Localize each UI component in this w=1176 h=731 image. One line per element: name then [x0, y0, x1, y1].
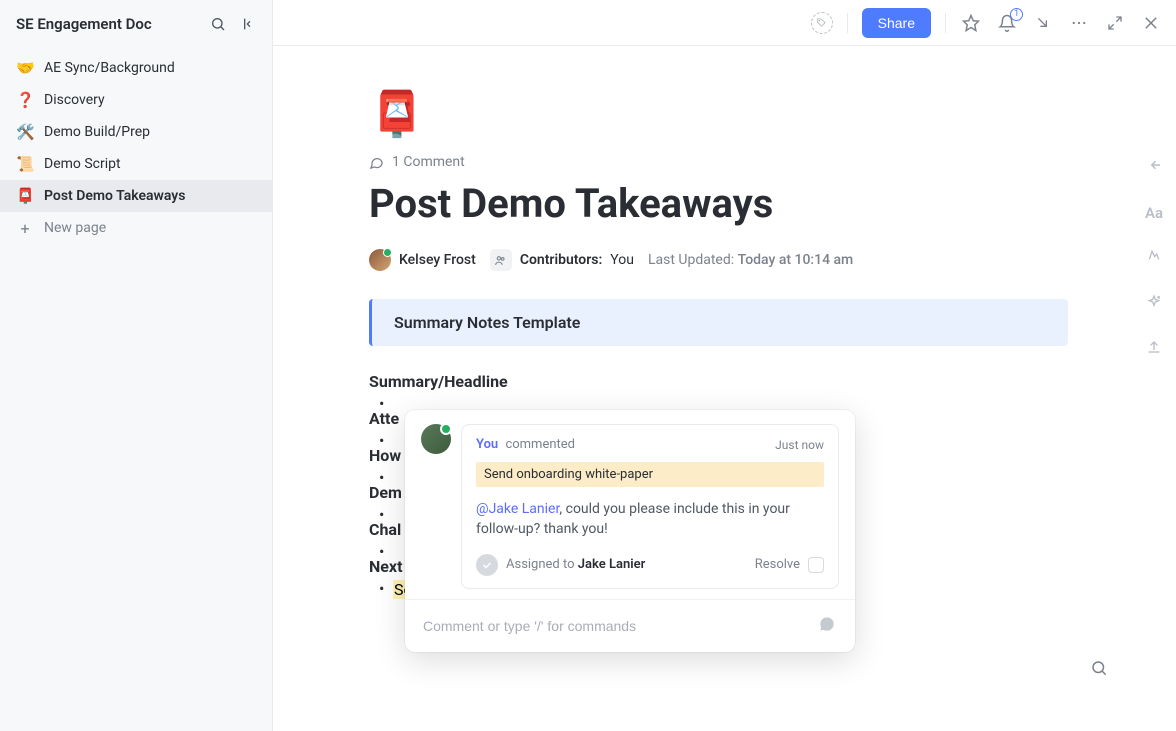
collapse-sidebar-icon[interactable]: [236, 14, 256, 34]
link-icon[interactable]: [1146, 248, 1162, 268]
comment-input[interactable]: [423, 618, 807, 634]
scroll-icon: 📜: [16, 155, 34, 173]
close-icon[interactable]: [1140, 12, 1162, 34]
handshake-icon: 🤝: [16, 59, 34, 77]
plus-icon: +: [16, 219, 34, 238]
resolve-checkbox[interactable]: [808, 557, 824, 573]
contributors-label: Contributors:: [520, 252, 602, 268]
updated-label: Last Updated:: [648, 252, 734, 268]
sparkle-icon[interactable]: [1146, 294, 1162, 314]
updated-value: Today at 10:14 am: [738, 252, 854, 268]
send-icon[interactable]: [817, 614, 837, 638]
last-updated: Last Updated: Today at 10:14 am: [648, 252, 853, 268]
comment-action: commented: [505, 437, 575, 452]
resolve-button[interactable]: Resolve: [755, 557, 800, 572]
comment-quote: Send onboarding white-paper: [476, 462, 824, 487]
font-icon[interactable]: Aa: [1145, 204, 1163, 222]
author-chip[interactable]: Kelsey Frost: [369, 249, 476, 271]
indent-icon[interactable]: [1145, 156, 1163, 178]
commenter-avatar: [421, 424, 451, 454]
people-icon: [490, 249, 512, 271]
comment-popover: You commented Just now Send onboarding w…: [405, 410, 855, 652]
sidebar-item-discovery[interactable]: ❓ Discovery: [0, 84, 272, 116]
page-search-icon[interactable]: [1090, 659, 1108, 681]
right-rail: Aa: [1132, 46, 1176, 360]
star-icon[interactable]: [960, 12, 982, 34]
expand-icon[interactable]: [1104, 12, 1126, 34]
bell-icon[interactable]: 1: [996, 12, 1018, 34]
download-icon[interactable]: [1032, 12, 1054, 34]
comment-time: Just now: [775, 438, 824, 452]
tag-icon[interactable]: [811, 12, 833, 34]
sidebar-item-demo-build[interactable]: 🛠️ Demo Build/Prep: [0, 116, 272, 148]
page-emoji[interactable]: 📮: [369, 86, 425, 142]
search-icon[interactable]: [208, 14, 228, 34]
page-title[interactable]: Post Demo Takeaways: [369, 180, 1068, 227]
sidebar-item-label: AE Sync/Background: [44, 60, 175, 76]
new-page-button[interactable]: + New page: [0, 212, 272, 244]
share-button[interactable]: Share: [862, 8, 931, 38]
sidebar-item-demo-script[interactable]: 📜 Demo Script: [0, 148, 272, 180]
new-page-label: New page: [44, 220, 106, 236]
notification-badge: 1: [1010, 8, 1023, 21]
author-name: Kelsey Frost: [399, 252, 476, 268]
divider: [847, 13, 848, 33]
comment-card: You commented Just now Send onboarding w…: [461, 424, 839, 589]
assignee-name: Jake Lanier: [578, 557, 646, 572]
comment-message: @Jake Lanier, could you please include t…: [476, 499, 824, 540]
question-icon: ❓: [16, 91, 34, 109]
contributors-chip[interactable]: Contributors: You: [490, 249, 634, 271]
callout-template[interactable]: Summary Notes Template: [369, 299, 1068, 346]
upload-icon[interactable]: [1146, 340, 1162, 360]
bullet-item[interactable]: [369, 391, 1068, 399]
topbar: Share 1: [273, 0, 1176, 46]
sidebar-item-ae-sync[interactable]: 🤝 AE Sync/Background: [0, 52, 272, 84]
divider: [945, 13, 946, 33]
tools-icon: 🛠️: [16, 123, 34, 141]
assigned-label: Assigned to: [506, 557, 575, 572]
sidebar-item-post-demo[interactable]: 📮 Post Demo Takeaways: [0, 180, 272, 212]
sidebar: SE Engagement Doc 🤝 AE Sync/Background ❓…: [0, 0, 273, 731]
author-avatar: [369, 249, 391, 271]
postbox-icon: 📮: [16, 187, 34, 205]
doc-title: SE Engagement Doc: [16, 15, 200, 33]
contributors-value: You: [610, 252, 634, 268]
mention[interactable]: @Jake Lanier: [476, 501, 559, 517]
section-summary[interactable]: Summary/Headline: [369, 372, 1068, 391]
comment-count[interactable]: 1 Comment: [369, 154, 1068, 170]
sidebar-item-label: Discovery: [44, 92, 105, 108]
more-icon[interactable]: [1068, 12, 1090, 34]
check-icon: [476, 554, 498, 576]
comment-count-text: 1 Comment: [392, 154, 465, 170]
sidebar-item-label: Demo Build/Prep: [44, 124, 150, 140]
sidebar-item-label: Post Demo Takeaways: [44, 188, 185, 204]
commenter-name: You: [476, 437, 498, 452]
sidebar-item-label: Demo Script: [44, 156, 121, 172]
